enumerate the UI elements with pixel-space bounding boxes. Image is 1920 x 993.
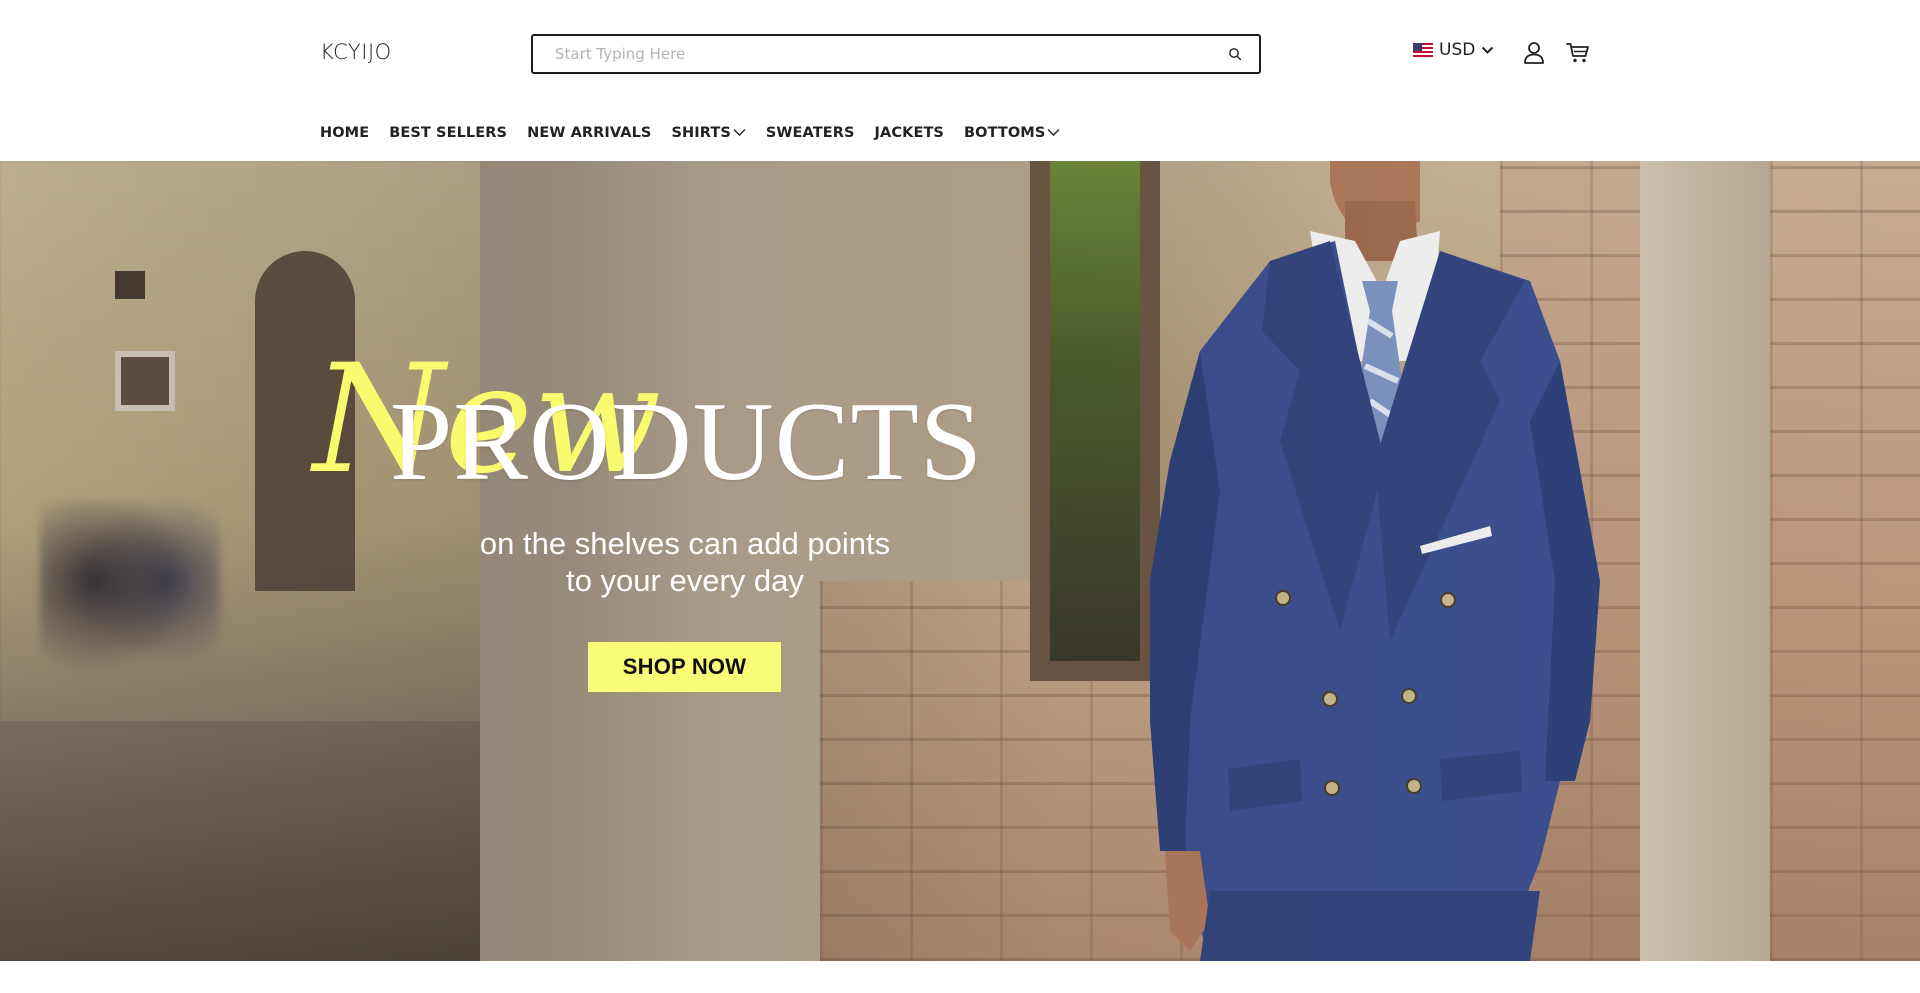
hero-title: PRODUCTS [390,380,984,504]
cart-icon[interactable] [1565,40,1591,66]
chevron-down-icon [1047,125,1060,141]
main-nav: HOME BEST SELLERS NEW ARRIVALS SHIRTS SW… [320,125,1080,141]
nav-item-best-sellers[interactable]: BEST SELLERS [389,125,507,141]
nav-item-bottoms[interactable]: BOTTOMS [964,125,1060,141]
chevron-down-icon [733,125,746,141]
user-icon[interactable] [1521,40,1547,66]
nav-item-jackets[interactable]: JACKETS [875,125,944,141]
search-icon[interactable] [1217,36,1253,72]
nav-item-sweaters[interactable]: SWEATERS [766,125,855,141]
nav-item-home[interactable]: HOME [320,125,369,141]
hero-subtitle-line1: on the shelves can add points [479,526,891,561]
site-logo[interactable]: KCYIJO [320,40,392,64]
hero-banner: New PRODUCTS on the shelves can add poin… [0,161,1920,961]
site-header: KCYIJO USD HOME BEST SELLERS NEW ARRIVAL… [0,0,1920,160]
nav-item-shirts[interactable]: SHIRTS [671,125,746,141]
currency-code: USD [1439,40,1476,60]
hero-shade-overlay [0,161,1920,961]
shop-now-button[interactable]: SHOP NOW [588,642,781,692]
nav-item-new-arrivals[interactable]: NEW ARRIVALS [527,125,651,141]
currency-selector[interactable]: USD [1413,40,1494,60]
hero-subtitle: on the shelves can add points to your ev… [440,525,930,599]
search-input[interactable] [533,36,1217,72]
hero-subtitle-line2: to your every day [566,563,804,598]
us-flag-icon [1413,43,1433,57]
chevron-down-icon [1481,40,1494,60]
search-bar [531,34,1261,74]
